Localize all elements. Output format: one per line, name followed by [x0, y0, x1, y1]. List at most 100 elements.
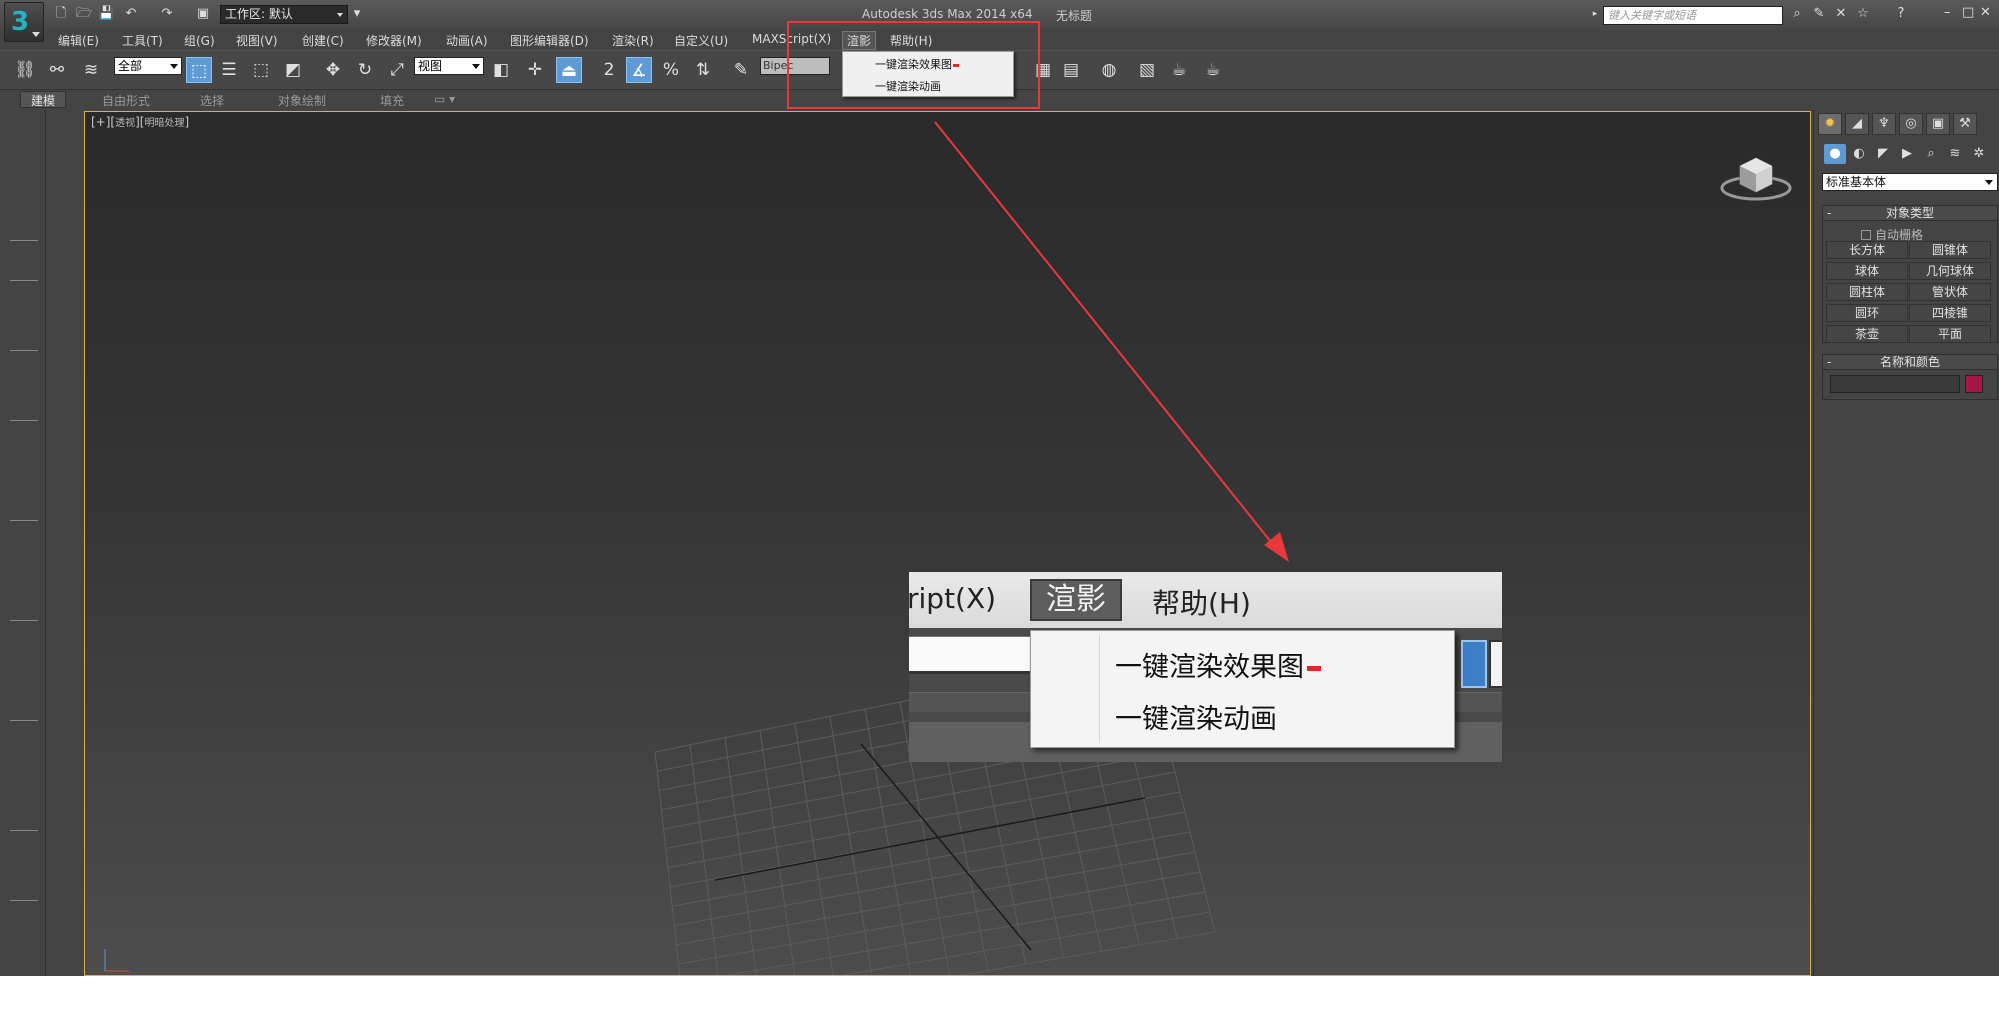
- utilities-panel-icon[interactable]: ⚒: [1953, 113, 1977, 135]
- select-by-name-icon[interactable]: ☰: [216, 57, 242, 83]
- undo-icon[interactable]: ↶: [124, 7, 138, 21]
- move-icon[interactable]: ✥: [320, 57, 346, 83]
- reference-coord-select[interactable]: 视图: [414, 57, 484, 75]
- menu-customize[interactable]: 自定义(U): [674, 32, 728, 49]
- viewcube[interactable]: [1718, 144, 1794, 204]
- search-expand-icon[interactable]: ▸: [1588, 7, 1602, 21]
- tube-button[interactable]: 管状体: [1909, 283, 1991, 301]
- object-name-input[interactable]: [1830, 375, 1960, 393]
- bind-spacewarp-icon[interactable]: ≋: [78, 57, 104, 83]
- selection-filter-select[interactable]: 全部: [114, 57, 182, 75]
- rendered-frame-icon[interactable]: ☕: [1166, 57, 1192, 83]
- helpers-icon[interactable]: ⌕: [1920, 144, 1942, 164]
- torus-button[interactable]: 圆环: [1826, 304, 1908, 322]
- object-category-select[interactable]: 标准基本体: [1822, 173, 1998, 191]
- rotate-icon[interactable]: ↻: [352, 57, 378, 83]
- minimize-icon[interactable]: –: [1944, 5, 1951, 20]
- name-color-header[interactable]: - 名称和颜色: [1823, 355, 1997, 370]
- cylinder-button[interactable]: 圆柱体: [1826, 283, 1908, 301]
- menu-group[interactable]: 组(G): [184, 32, 215, 49]
- plane-button[interactable]: 平面: [1909, 325, 1991, 343]
- rect-selection-icon[interactable]: ⬚: [248, 57, 274, 83]
- manipulate-icon[interactable]: ✛: [522, 57, 548, 83]
- render-production-icon[interactable]: ☕: [1200, 57, 1226, 83]
- open-file-icon[interactable]: 🗁: [76, 7, 92, 21]
- search-input[interactable]: 键入关键字或短语: [1603, 6, 1783, 25]
- grid-line: [726, 891, 1206, 975]
- motion-panel-icon[interactable]: ◎: [1899, 113, 1923, 135]
- schematic-view-icon[interactable]: ▤: [1058, 57, 1084, 83]
- perspective-viewport[interactable]: [+][透视][明暗处理]: [84, 111, 1811, 976]
- close-icon[interactable]: ✕: [1980, 5, 1991, 20]
- geometry-icon[interactable]: ●: [1824, 144, 1846, 164]
- menu-modifiers[interactable]: 修改器(M): [366, 32, 422, 49]
- pyramid-button[interactable]: 四棱锥: [1909, 304, 1991, 322]
- unlink-icon[interactable]: ⚯: [44, 57, 70, 83]
- project-folder-icon[interactable]: ▣: [196, 7, 210, 21]
- render-setup-icon[interactable]: ▧: [1134, 57, 1160, 83]
- sphere-button[interactable]: 球体: [1826, 262, 1908, 280]
- tab-modeling[interactable]: 建模: [20, 91, 67, 108]
- shapes-icon[interactable]: ◐: [1848, 144, 1870, 164]
- tab-object-paint[interactable]: 对象绘制: [278, 92, 326, 109]
- menu-views[interactable]: 视图(V): [236, 32, 278, 49]
- strip-divider: [10, 420, 38, 421]
- strip-divider: [10, 830, 38, 831]
- binoculars-icon[interactable]: ⌕: [1790, 7, 1804, 21]
- tab-populate[interactable]: 填充: [380, 92, 404, 109]
- angle-snap-icon[interactable]: ∡: [626, 57, 652, 83]
- display-panel-icon[interactable]: ▣: [1926, 113, 1950, 135]
- communication-icon[interactable]: ✕: [1834, 7, 1848, 21]
- favorites-icon[interactable]: ☆: [1856, 7, 1870, 21]
- window-crossing-icon[interactable]: ◩: [280, 57, 306, 83]
- keyboard-shortcut-icon[interactable]: ⏏: [556, 57, 582, 83]
- box-button[interactable]: 长方体: [1826, 241, 1908, 259]
- subscription-icon[interactable]: ✎: [1812, 7, 1826, 21]
- modify-panel-icon[interactable]: ◢: [1845, 113, 1869, 135]
- pivot-center-icon[interactable]: ◧: [488, 57, 514, 83]
- new-file-icon[interactable]: 🗋: [54, 7, 68, 21]
- object-color-swatch[interactable]: [1965, 375, 1983, 393]
- tab-freeform[interactable]: 自由形式: [102, 92, 150, 109]
- teapot-button[interactable]: 茶壶: [1826, 325, 1908, 343]
- grid-line: [674, 831, 1191, 927]
- callout-render-image-item: 一键渲染效果图: [1115, 645, 1321, 684]
- app-menu-button[interactable]: 3: [4, 2, 44, 42]
- hierarchy-panel-icon[interactable]: ♆: [1872, 113, 1896, 135]
- menu-rendering[interactable]: 渲染(R): [612, 32, 654, 49]
- percent-snap-icon[interactable]: %: [658, 57, 684, 83]
- spinner-snap-icon[interactable]: ⇅: [690, 57, 716, 83]
- tab-selection[interactable]: 选择: [200, 92, 224, 109]
- material-editor-icon[interactable]: ◍: [1096, 57, 1122, 83]
- menu-graph-editors[interactable]: 图形编辑器(D): [510, 32, 589, 49]
- redo-icon[interactable]: ↷: [160, 7, 174, 21]
- menu-edit[interactable]: 编辑(E): [58, 32, 99, 49]
- workspace-select[interactable]: 工作区: 默认: [220, 5, 348, 24]
- menu-animation[interactable]: 动画(A): [446, 32, 488, 49]
- object-type-rollout: - 对象类型 自动栅格 长方体 圆锥体 球体 几何球体 圆柱体 管状体 圆环 四棱…: [1822, 205, 1998, 343]
- menu-create[interactable]: 创建(C): [302, 32, 344, 49]
- callout-maxscript-menu: ript(X): [909, 582, 997, 615]
- systems-icon[interactable]: ✲: [1968, 144, 1990, 164]
- scale-icon[interactable]: ⤢: [384, 57, 410, 83]
- edit-named-selection-icon[interactable]: ✎: [728, 57, 754, 83]
- link-icon[interactable]: ⛓: [12, 57, 38, 83]
- select-object-icon[interactable]: ⬚: [186, 57, 212, 83]
- strip-divider: [10, 620, 38, 621]
- maximize-icon[interactable]: □: [1962, 5, 1974, 20]
- cameras-icon[interactable]: ▶: [1896, 144, 1918, 164]
- menu-tools[interactable]: 工具(T): [122, 32, 163, 49]
- create-panel-icon[interactable]: ✹: [1818, 113, 1842, 135]
- lights-icon[interactable]: ◤: [1872, 144, 1894, 164]
- snaps-toggle-icon[interactable]: 2: [596, 57, 622, 83]
- qa-customize-icon[interactable]: ▾: [350, 7, 364, 21]
- object-type-header[interactable]: - 对象类型: [1823, 206, 1997, 221]
- help-icon[interactable]: ?: [1894, 7, 1908, 21]
- spacewarps-icon[interactable]: ≋: [1944, 144, 1966, 164]
- geosphere-button[interactable]: 几何球体: [1909, 262, 1991, 280]
- callout-input-fragment: [909, 636, 1039, 674]
- strip-divider: [10, 280, 38, 281]
- save-icon[interactable]: 💾: [98, 7, 114, 21]
- cone-button[interactable]: 圆锥体: [1909, 241, 1991, 259]
- ribbon-options-icon[interactable]: ▭ ▾: [434, 92, 455, 106]
